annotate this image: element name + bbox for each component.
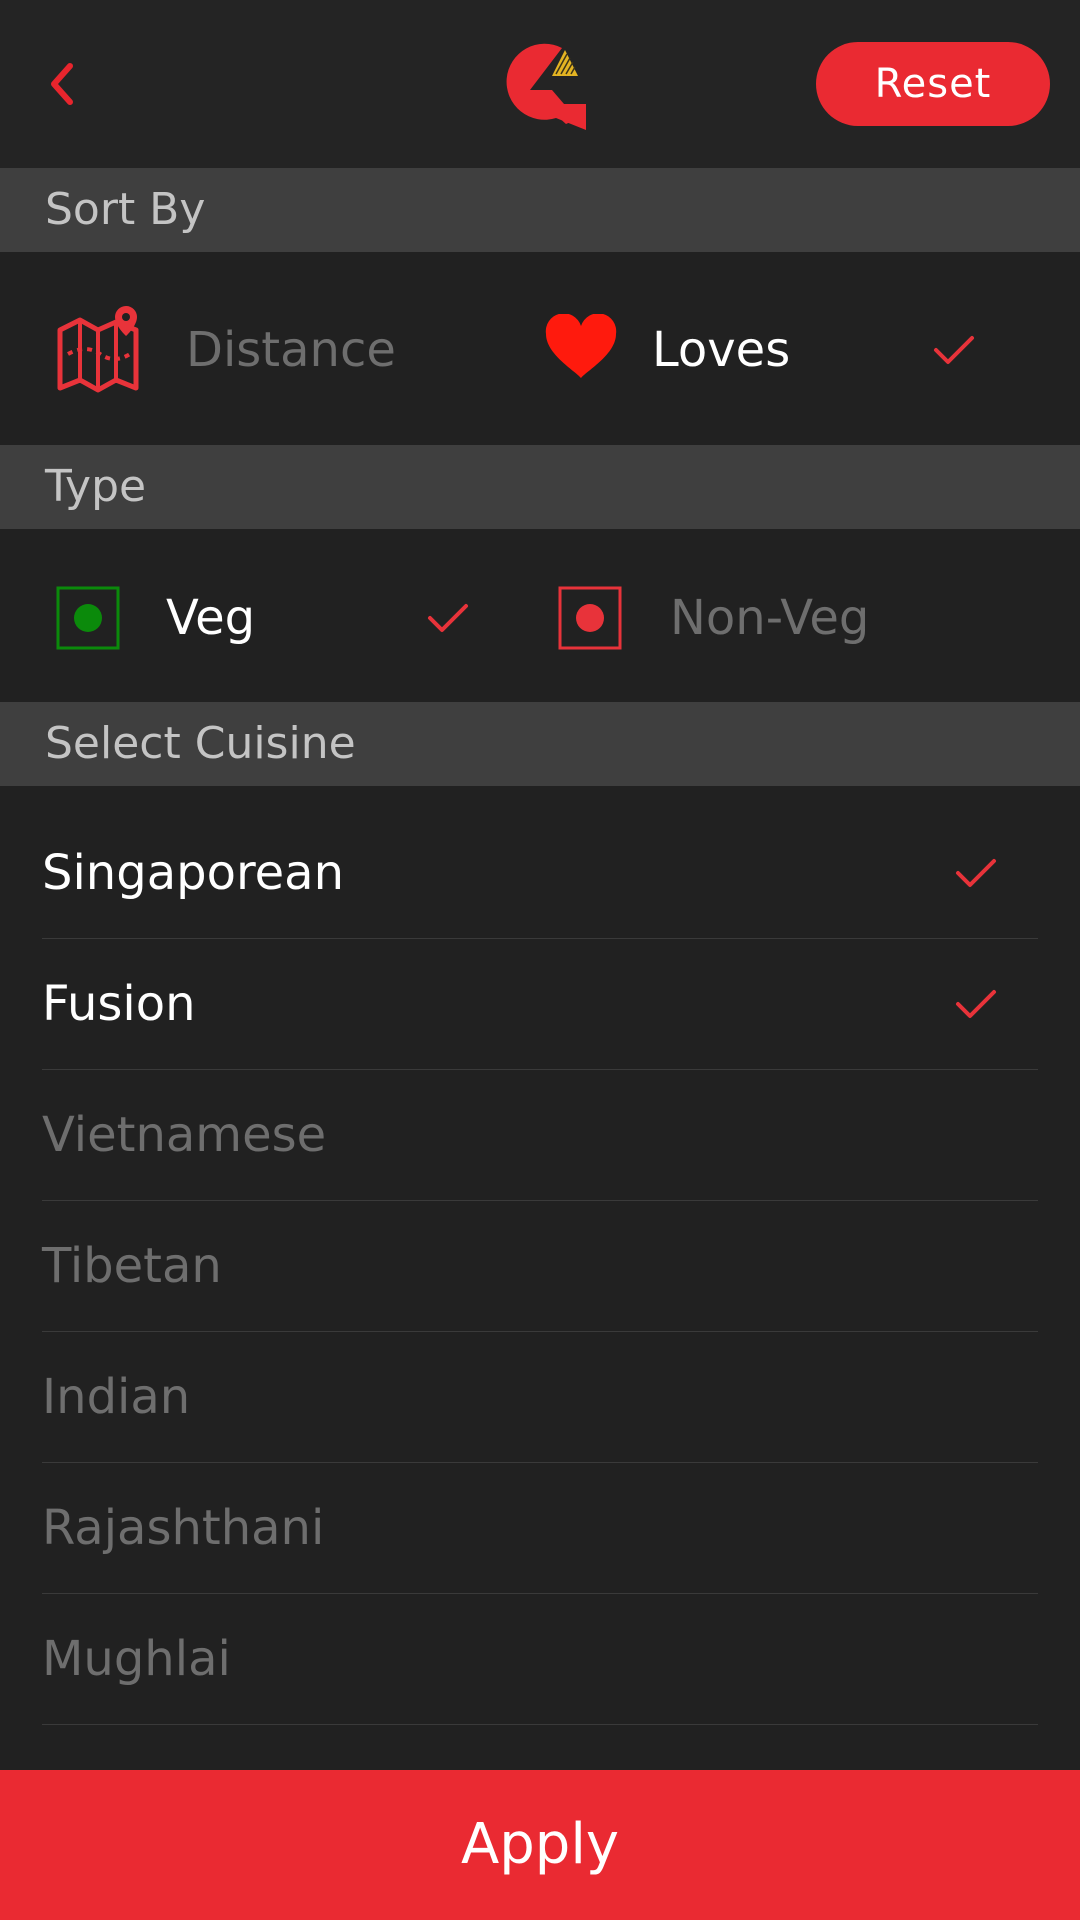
sort-by-header: Sort By <box>0 168 1080 252</box>
section-title: Select Cuisine <box>45 718 356 769</box>
non-veg-icon <box>558 586 622 650</box>
veg-icon <box>56 586 120 650</box>
type-option-label: Veg <box>166 590 256 646</box>
type-option-label: Non-Veg <box>670 590 870 646</box>
check-icon <box>934 336 974 364</box>
cuisine-item-rajashthani[interactable]: Rajashthani <box>42 1463 1038 1594</box>
type-header: Type <box>0 445 1080 529</box>
section-title: Type <box>45 461 147 512</box>
sort-option-label: Distance <box>186 322 396 378</box>
sort-option-loves[interactable]: Loves <box>540 300 1040 400</box>
section-title: Sort By <box>45 184 206 235</box>
cuisine-label: Tibetan <box>42 1238 222 1294</box>
cuisine-header: Select Cuisine <box>0 702 1080 786</box>
cuisine-label: Rajashthani <box>42 1500 325 1556</box>
type-option-veg[interactable]: Veg <box>40 580 480 670</box>
cuisine-item-tibetan[interactable]: Tibetan <box>42 1201 1038 1332</box>
back-button[interactable] <box>40 50 90 120</box>
cuisine-label: Vietnamese <box>42 1107 327 1163</box>
heart-icon <box>545 314 617 378</box>
cuisine-label: Mughlai <box>42 1631 231 1687</box>
sort-option-distance[interactable]: Distance <box>40 300 480 400</box>
app-logo <box>490 34 590 134</box>
cuisine-item-fusion[interactable]: Fusion <box>42 939 1038 1070</box>
map-pin-icon <box>57 306 139 393</box>
cuisine-item-singaporean[interactable]: Singaporean <box>42 808 1038 939</box>
type-option-non-veg[interactable]: Non-Veg <box>540 580 1040 670</box>
filter-screen: Reset Sort By Distance Loves Type Veg No… <box>0 0 1080 1920</box>
logo-icon <box>506 43 586 130</box>
cuisine-label: Indian <box>42 1369 191 1425</box>
chevron-left-icon <box>51 63 73 105</box>
cuisine-item-vietnamese[interactable]: Vietnamese <box>42 1070 1038 1201</box>
reset-button[interactable]: Reset <box>816 42 1050 126</box>
cuisine-label: Singaporean <box>42 845 344 901</box>
check-icon <box>956 859 996 887</box>
check-icon <box>956 990 996 1018</box>
cuisine-label: Fusion <box>42 976 196 1032</box>
cuisine-item-mughlai[interactable]: Mughlai <box>42 1594 1038 1725</box>
cuisine-item-indian[interactable]: Indian <box>42 1332 1038 1463</box>
apply-button[interactable]: Apply <box>0 1770 1080 1920</box>
sort-option-label: Loves <box>652 322 791 378</box>
check-icon <box>428 604 468 632</box>
top-bar: Reset <box>0 0 1080 168</box>
